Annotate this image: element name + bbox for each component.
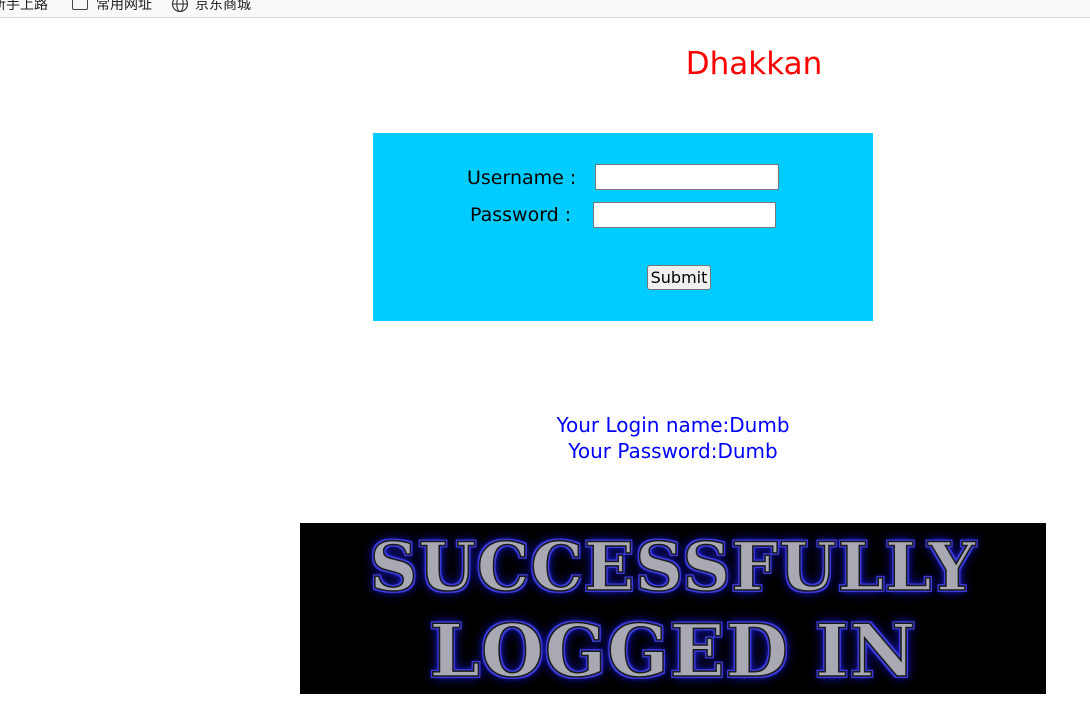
folder-icon xyxy=(72,0,88,10)
password-input[interactable] xyxy=(593,202,776,228)
username-input[interactable] xyxy=(595,164,779,190)
bookmark-item[interactable]: 京东商城 xyxy=(171,0,251,14)
bookmarks-bar: 新手上路 常用网址 京东商城 xyxy=(0,0,1090,18)
page-title: Dhakkan xyxy=(685,46,823,82)
bookmark-label: 常用网址 xyxy=(96,0,152,13)
globe-icon xyxy=(171,0,189,13)
username-label: Username : xyxy=(467,167,577,189)
login-name-result: Your Login name:Dumb xyxy=(556,413,790,437)
bookmark-label: 京东商城 xyxy=(195,0,251,13)
banner-line-2: LOGGED IN xyxy=(429,608,917,694)
success-banner-image: SUCCESSFULLY LOGGED IN xyxy=(300,523,1046,694)
banner-line-1: SUCCESSFULLY xyxy=(369,527,977,607)
login-form: Username : Password : Submit xyxy=(373,133,873,321)
bookmark-item[interactable]: 新手上路 xyxy=(0,0,48,14)
bookmark-folder[interactable]: 常用网址 xyxy=(72,0,152,14)
password-result: Your Password:Dumb xyxy=(568,439,778,463)
password-label: Password : xyxy=(470,204,572,226)
bookmark-label: 新手上路 xyxy=(0,0,48,13)
submit-button[interactable]: Submit xyxy=(647,265,711,290)
